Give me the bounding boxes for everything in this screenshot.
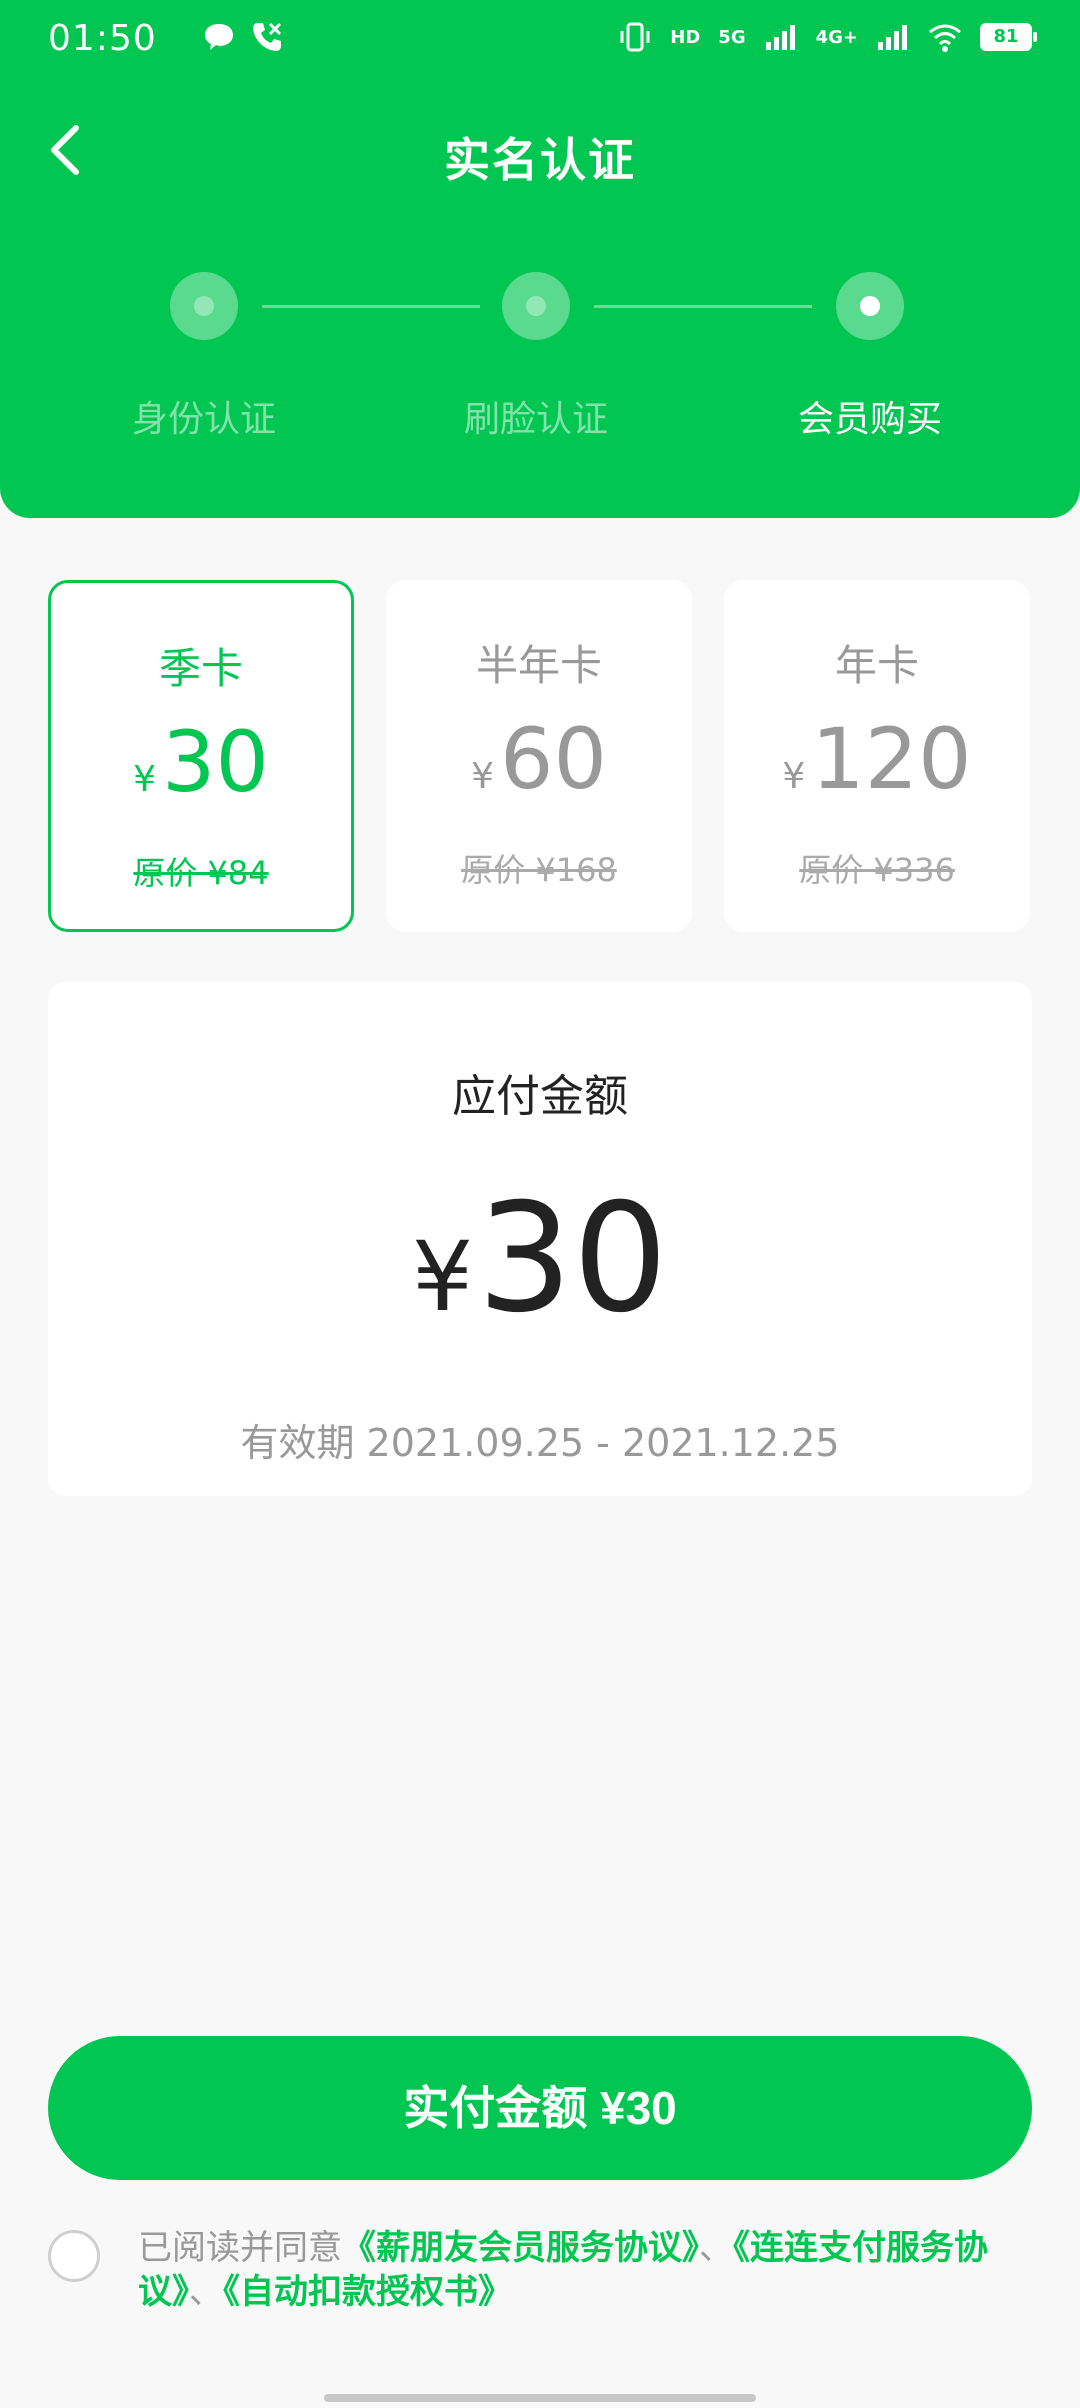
progress-steps: 身份认证 刷脸认证 会员购买 — [0, 272, 1080, 440]
message-icon — [205, 24, 233, 50]
yen-symbol: ¥ — [412, 1221, 474, 1333]
plan-price-value: 30 — [162, 713, 269, 811]
step-label-2: 刷脸认证 — [463, 399, 608, 440]
yen-symbol: ¥ — [133, 759, 156, 800]
wifi-icon — [929, 24, 961, 52]
yen-symbol: ¥ — [782, 756, 806, 797]
plan-card-yearly[interactable]: 年卡 ¥120 原价 ¥336 — [724, 580, 1030, 932]
plan-options: 季卡 ¥30 原价 ¥84 半年卡 ¥60 原价 ¥168 年卡 ¥120 原价… — [48, 580, 1032, 934]
amount-number: 30 — [477, 1172, 668, 1346]
status-bar: 01:50 HD 5G 4G+ 81 — [0, 0, 1080, 80]
plan-price: ¥60 — [386, 709, 692, 827]
page-title: 实名认证 — [444, 133, 636, 187]
step-connector-1 — [262, 305, 480, 308]
vibrate-icon — [620, 22, 650, 52]
network-4g-label: 4G+ — [815, 26, 858, 48]
network-5g-label: 5G — [718, 26, 746, 48]
status-time: 01:50 — [48, 18, 157, 59]
signal-4g-icon — [878, 25, 907, 50]
plan-card-quarterly[interactable]: 季卡 ¥30 原价 ¥84 — [48, 580, 354, 932]
step-connector-2 — [594, 305, 812, 308]
agreement-text: 已阅读并同意《薪朋友会员服务协议》、《连连支付服务协议》、《自动扣款授权书》 — [138, 2226, 1038, 2314]
step-dot-3 — [836, 272, 904, 340]
battery-indicator: 81 — [980, 23, 1037, 51]
amount-due-label: 应付金额 — [452, 1071, 628, 1122]
separator: 、 — [189, 2272, 223, 2312]
nav-bar: 实名认证 — [0, 100, 1080, 200]
hd-label: HD — [670, 26, 701, 48]
plan-price: ¥30 — [51, 712, 351, 830]
pay-button[interactable]: 实付金额 ¥30 — [48, 2036, 1032, 2180]
member-service-agreement-link[interactable]: 《薪朋友会员服务协议》 — [342, 2228, 699, 2268]
home-indicator[interactable] — [324, 2394, 756, 2402]
signal-5g-icon — [765, 25, 795, 50]
plan-price: ¥120 — [724, 709, 1030, 827]
amount-due-value: ¥30 — [48, 1184, 1032, 1352]
separator: 、 — [699, 2228, 733, 2268]
plan-name: 半年卡 — [475, 641, 602, 690]
status-left-icons — [202, 20, 284, 54]
phone-call-icon — [253, 22, 282, 51]
agreement-prefix: 已阅读并同意 — [138, 2228, 342, 2268]
agreement-row: 已阅读并同意《薪朋友会员服务协议》、《连连支付服务协议》、《自动扣款授权书》 — [48, 2226, 1032, 2326]
validity-period: 有效期 2021.09.25 - 2021.12.25 — [240, 1421, 840, 1465]
amount-due-card: 应付金额 ¥30 有效期 2021.09.25 - 2021.12.25 — [48, 982, 1032, 1496]
plan-price-value: 120 — [811, 710, 972, 808]
step-label-3: 会员购买 — [797, 399, 942, 440]
header-banner: 01:50 HD 5G 4G+ 81 实名认证 身份认证 刷脸认证 会员购买 — [0, 0, 1080, 518]
plan-name: 季卡 — [158, 644, 243, 693]
plan-card-half-year[interactable]: 半年卡 ¥60 原价 ¥168 — [386, 580, 692, 932]
step-dot-2 — [502, 272, 570, 340]
membership-purchase-page: 01:50 HD 5G 4G+ 81 实名认证 身份认证 刷脸认证 会员购买 季… — [0, 0, 1080, 2408]
plan-name: 年卡 — [834, 641, 919, 690]
auto-debit-authorization-link[interactable]: 《自动扣款授权书》 — [223, 2272, 512, 2312]
plan-price-value: 60 — [500, 710, 607, 808]
step-dot-1 — [170, 272, 238, 340]
plan-original-price: 原价 ¥84 — [133, 854, 269, 892]
status-right-icons: HD 5G 4G+ 81 — [618, 20, 1037, 54]
yen-symbol: ¥ — [471, 756, 494, 797]
agree-checkbox[interactable] — [48, 2230, 100, 2282]
step-label-1: 身份认证 — [131, 399, 276, 440]
plan-original-price: 原价 ¥168 — [461, 851, 617, 889]
plan-original-price: 原价 ¥336 — [799, 851, 955, 889]
